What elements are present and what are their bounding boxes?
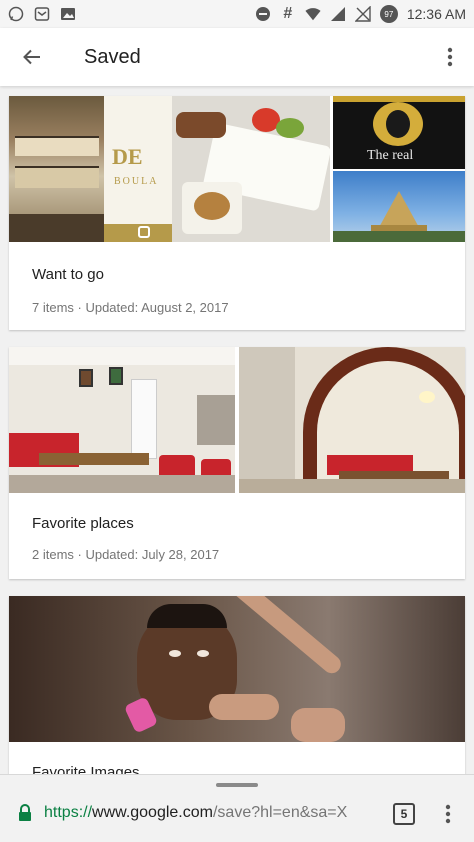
battery-level: 97 xyxy=(384,9,394,19)
app-bar: Saved xyxy=(0,28,474,86)
list-subtitle: 2 items · Updated: July 28, 2017 xyxy=(32,547,220,562)
restaurant-arch-photo xyxy=(239,347,465,493)
browser-toolbar: https://www.google.com/save?hl=en&sa=X 5 xyxy=(0,774,474,842)
saved-lists: DE BOULA The real Want to go 7 items · U… xyxy=(0,86,474,774)
restaurant-interior-photo xyxy=(9,347,235,493)
message-icon xyxy=(34,6,50,22)
whatsapp-icon xyxy=(8,6,24,22)
no-sim-icon xyxy=(354,6,371,22)
more-vert-icon xyxy=(445,804,451,824)
status-time: 12:36 AM xyxy=(406,6,466,22)
food-thali-photo xyxy=(172,96,330,242)
list-card-collage: DE BOULA The real xyxy=(9,96,465,242)
bakery-photo xyxy=(9,96,104,242)
battery-icon: 97 xyxy=(379,5,398,23)
hash-icon: # xyxy=(283,5,293,22)
list-title: Want to go xyxy=(32,266,104,283)
url-bar[interactable]: https://www.google.com/save?hl=en&sa=X xyxy=(8,793,376,833)
gallery-icon xyxy=(60,6,76,22)
more-options-button[interactable] xyxy=(426,29,474,85)
drag-handle[interactable] xyxy=(216,783,258,787)
url-text: https://www.google.com/save?hl=en&sa=X xyxy=(44,804,374,822)
instagram-icon xyxy=(138,226,150,238)
list-title: Favorite Images xyxy=(32,764,140,774)
cafe-logo-photo: DE BOULA xyxy=(104,96,172,242)
wifi-icon xyxy=(305,6,321,22)
page-title: Saved xyxy=(84,45,141,68)
back-button[interactable] xyxy=(4,29,60,85)
url-host: www.google.com xyxy=(92,804,213,821)
brand-text: DE xyxy=(112,144,143,169)
url-scheme: https:// xyxy=(44,804,93,821)
list-card-favorite-places[interactable]: Favorite places 2 items · Updated: July … xyxy=(9,347,465,579)
list-subtitle: 7 items · Updated: August 2, 2017 xyxy=(32,300,229,315)
list-card-collage xyxy=(9,596,465,742)
back-arrow-icon xyxy=(23,49,40,65)
list-card-collage xyxy=(9,347,465,493)
signal-icon xyxy=(330,6,346,22)
tab-count: 5 xyxy=(400,807,408,821)
lock-icon xyxy=(18,804,36,822)
browser-menu-button[interactable] xyxy=(436,797,460,831)
person-photo xyxy=(9,596,465,742)
more-vert-icon xyxy=(447,47,453,67)
brand-subtext: BOULA xyxy=(114,176,159,187)
list-title: Favorite places xyxy=(32,515,134,532)
status-bar: # 97 12:36 AM xyxy=(0,0,474,28)
list-card-favorite-images[interactable]: Favorite Images xyxy=(9,596,465,774)
dnd-icon xyxy=(255,6,271,22)
tab-switcher-button[interactable]: 5 xyxy=(393,803,415,825)
list-card-want-to-go[interactable]: DE BOULA The real Want to go 7 items · U… xyxy=(9,96,465,330)
temple-photo xyxy=(333,171,465,242)
the-real-sign-photo: The real xyxy=(333,96,465,169)
sign-text: The real xyxy=(367,148,414,163)
url-path: /save?hl=en&sa=X xyxy=(212,804,348,821)
